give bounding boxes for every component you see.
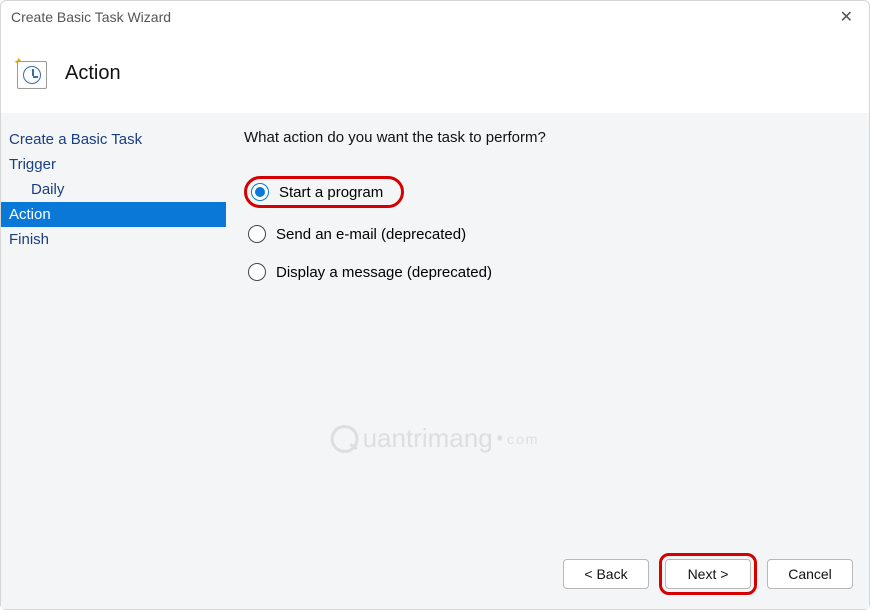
option-display-a-message[interactable]: Display a message (deprecated) (244, 260, 502, 284)
action-options: Start a program Send an e-mail (deprecat… (244, 176, 851, 284)
wizard-body: Create a Basic Task Trigger Daily Action… (1, 113, 869, 609)
sidebar-item-create-basic-task[interactable]: Create a Basic Task (1, 127, 226, 152)
option-start-a-program[interactable]: Start a program (244, 176, 404, 208)
option-label: Send an e-mail (deprecated) (276, 226, 466, 243)
clock-task-icon: ✦ (15, 57, 47, 89)
wizard-window: Create Basic Task Wizard ✕ ✦ Action Crea… (0, 0, 870, 610)
close-icon[interactable]: ✕ (834, 7, 859, 27)
option-send-an-email[interactable]: Send an e-mail (deprecated) (244, 222, 476, 246)
wizard-steps-sidebar: Create a Basic Task Trigger Daily Action… (1, 113, 226, 609)
option-label: Display a message (deprecated) (276, 264, 492, 281)
wizard-main: What action do you want the task to perf… (226, 113, 869, 609)
cancel-button[interactable]: Cancel (767, 559, 853, 589)
sidebar-item-action[interactable]: Action (1, 202, 226, 227)
option-label: Start a program (279, 184, 383, 201)
page-title: Action (65, 62, 121, 85)
window-title: Create Basic Task Wizard (11, 9, 834, 25)
back-button[interactable]: < Back (563, 559, 649, 589)
wizard-header: ✦ Action (1, 33, 869, 113)
radio-icon (248, 225, 266, 243)
sidebar-item-trigger[interactable]: Trigger (1, 152, 226, 177)
radio-icon (251, 183, 269, 201)
next-button[interactable]: Next > (665, 559, 751, 589)
titlebar: Create Basic Task Wizard ✕ (1, 1, 869, 33)
sidebar-item-finish[interactable]: Finish (1, 227, 226, 252)
wizard-footer: < Back Next > Cancel (563, 553, 853, 595)
sidebar-item-daily[interactable]: Daily (1, 177, 226, 202)
action-prompt: What action do you want the task to perf… (244, 129, 851, 146)
radio-icon (248, 263, 266, 281)
next-button-highlight: Next > (659, 553, 757, 595)
